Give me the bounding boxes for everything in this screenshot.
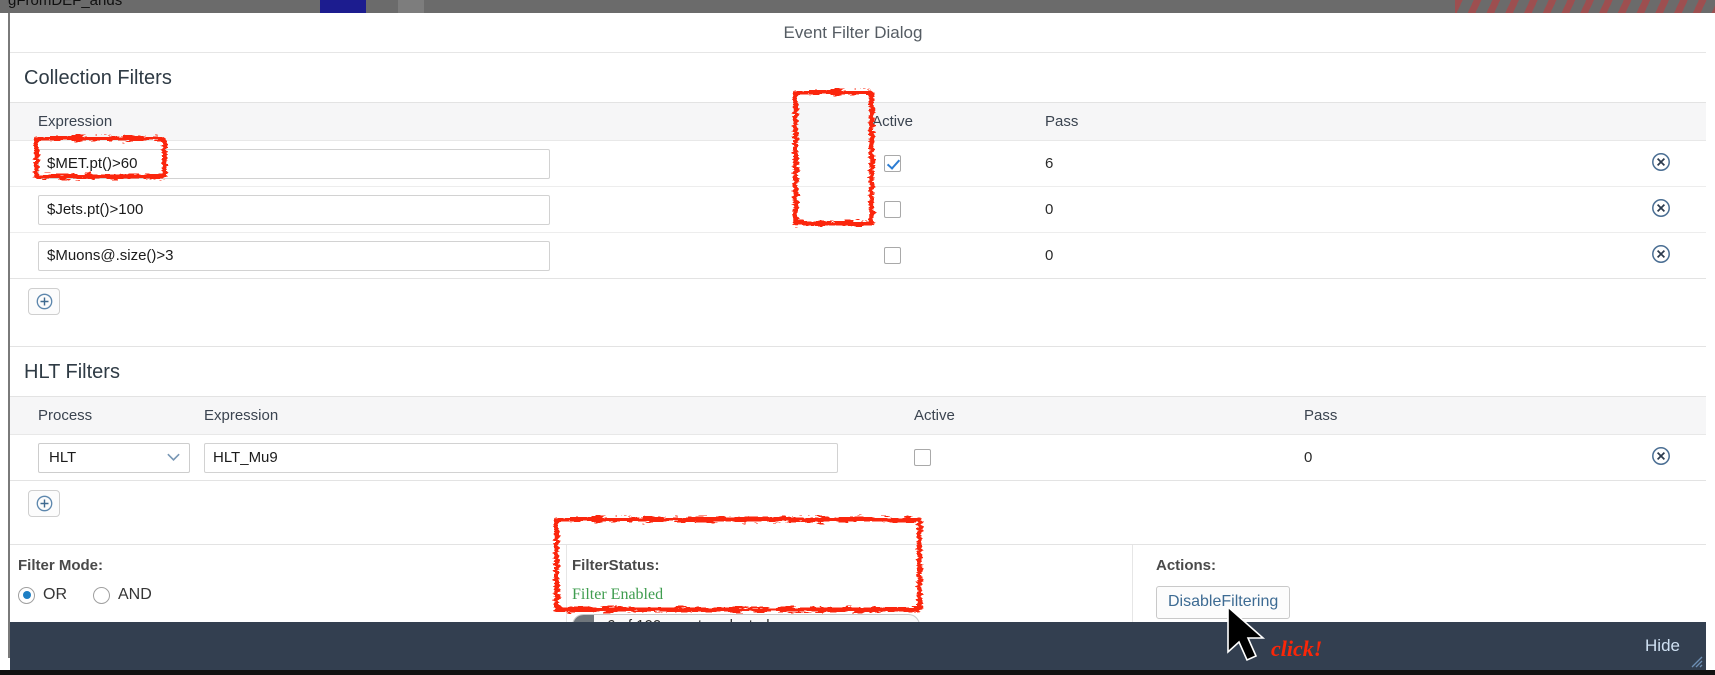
- pass-count: 0: [1304, 448, 1313, 466]
- column-header-pass: Pass: [1045, 113, 1079, 130]
- event-filter-dialog: Event Filter Dialog Collection Filters E…: [10, 13, 1706, 661]
- delete-row-icon[interactable]: [1650, 197, 1672, 219]
- pass-cell: 0: [975, 247, 1395, 265]
- column-header-expression: Expression: [204, 407, 279, 424]
- hlt-filters-table: Process Expression Active Pass HLT HLT_M…: [10, 397, 1706, 481]
- collection-filters-table: Expression Active Pass 6: [10, 103, 1706, 279]
- filter-status-value: Filter Enabled: [572, 586, 664, 603]
- pass-cell: 0: [1200, 449, 1600, 467]
- pass-cell: 6: [975, 155, 1395, 173]
- pass-count: 6: [1045, 154, 1054, 172]
- desktop-top-strip: gFromDEF_ahds: [0, 0, 1715, 13]
- dialog-title: Event Filter Dialog: [783, 22, 923, 42]
- cut-off-background-text: gFromDEF_ahds: [8, 0, 123, 9]
- expression-input[interactable]: [38, 148, 550, 179]
- dialog-bottom-bar: Hide: [10, 622, 1706, 670]
- expression-cell: [200, 442, 870, 473]
- radio-or-label: OR: [43, 586, 67, 603]
- pass-count: 0: [1045, 200, 1054, 218]
- expression-input[interactable]: [38, 240, 550, 271]
- table-row: 6: [10, 141, 1706, 187]
- background-striped-area: [1455, 0, 1715, 13]
- background-blue-chip: [320, 0, 366, 13]
- radio-and[interactable]: [93, 586, 110, 604]
- background-right-edge: [1706, 13, 1715, 675]
- delete-cell: [1395, 243, 1706, 269]
- screen-root: gFromDEF_ahds Event Filter Dialog Collec…: [0, 0, 1715, 675]
- collection-add-bar: [10, 279, 1706, 328]
- active-cell: [870, 448, 1200, 467]
- pass-cell: 0: [975, 201, 1395, 219]
- mouse-cursor: [1225, 605, 1275, 672]
- active-checkbox[interactable]: [914, 448, 931, 466]
- delete-row-icon[interactable]: [1650, 243, 1672, 265]
- delete-row-icon[interactable]: [1650, 445, 1672, 467]
- plus-circle-icon: [36, 293, 52, 310]
- active-checkbox[interactable]: [884, 200, 901, 218]
- delete-cell: [1600, 445, 1706, 471]
- delete-cell: [1395, 151, 1706, 177]
- column-header-active: Active: [872, 113, 913, 130]
- active-cell: [810, 200, 975, 219]
- hlt-add-bar: [10, 481, 1706, 530]
- filter-mode-radio-group: OR AND: [18, 586, 558, 604]
- active-checkbox[interactable]: [884, 154, 901, 172]
- hlt-table-header: Process Expression Active Pass: [10, 397, 1706, 435]
- column-header-process: Process: [38, 407, 93, 424]
- active-cell: [810, 246, 975, 265]
- column-header-pass: Pass: [1304, 407, 1338, 424]
- plus-circle-icon: [36, 495, 52, 512]
- process-select[interactable]: HLT: [38, 442, 190, 473]
- pass-count: 0: [1045, 246, 1054, 264]
- filter-status-label: FilterStatus:: [572, 557, 660, 574]
- add-collection-filter-button[interactable]: [28, 288, 60, 315]
- active-cell: [810, 154, 975, 173]
- actions-label: Actions:: [1156, 557, 1216, 574]
- background-left-edge: [0, 13, 8, 675]
- background-gray-chip: [398, 0, 424, 13]
- hlt-filters-heading: HLT Filters: [10, 346, 1706, 397]
- add-hlt-filter-button[interactable]: [28, 490, 60, 517]
- delete-row-icon[interactable]: [1650, 151, 1672, 173]
- dialog-titlebar: Event Filter Dialog: [10, 13, 1706, 53]
- column-header-expression: Expression: [38, 113, 113, 130]
- filter-mode-label: Filter Mode:: [18, 557, 103, 574]
- section-gap: [10, 328, 1706, 346]
- expression-input[interactable]: [38, 194, 550, 225]
- footer-gap: [10, 530, 1706, 544]
- filter-mode-section: Filter Mode: OR AND: [10, 557, 558, 604]
- radio-and-label: AND: [118, 586, 152, 603]
- page-bottom-edge: [0, 670, 1715, 675]
- radio-or[interactable]: [18, 586, 35, 604]
- expression-cell: [10, 194, 810, 225]
- chevron-down-icon: [166, 451, 181, 464]
- collection-filters-heading: Collection Filters: [10, 53, 1706, 103]
- table-row: 0: [10, 187, 1706, 233]
- process-cell: HLT: [10, 442, 200, 473]
- hide-button[interactable]: Hide: [1645, 636, 1680, 656]
- table-row: HLT 0: [10, 435, 1706, 481]
- table-row: 0: [10, 233, 1706, 279]
- delete-cell: [1395, 197, 1706, 223]
- expression-cell: [10, 240, 810, 271]
- column-header-active: Active: [914, 407, 955, 424]
- process-select-value: HLT: [49, 449, 77, 466]
- collection-table-header: Expression Active Pass: [10, 103, 1706, 141]
- hlt-expression-input[interactable]: [204, 442, 838, 473]
- click-annotation-text: click!: [1271, 636, 1323, 661]
- resize-grip-icon[interactable]: [1689, 654, 1703, 668]
- expression-cell: [10, 148, 810, 179]
- active-checkbox[interactable]: [884, 246, 901, 264]
